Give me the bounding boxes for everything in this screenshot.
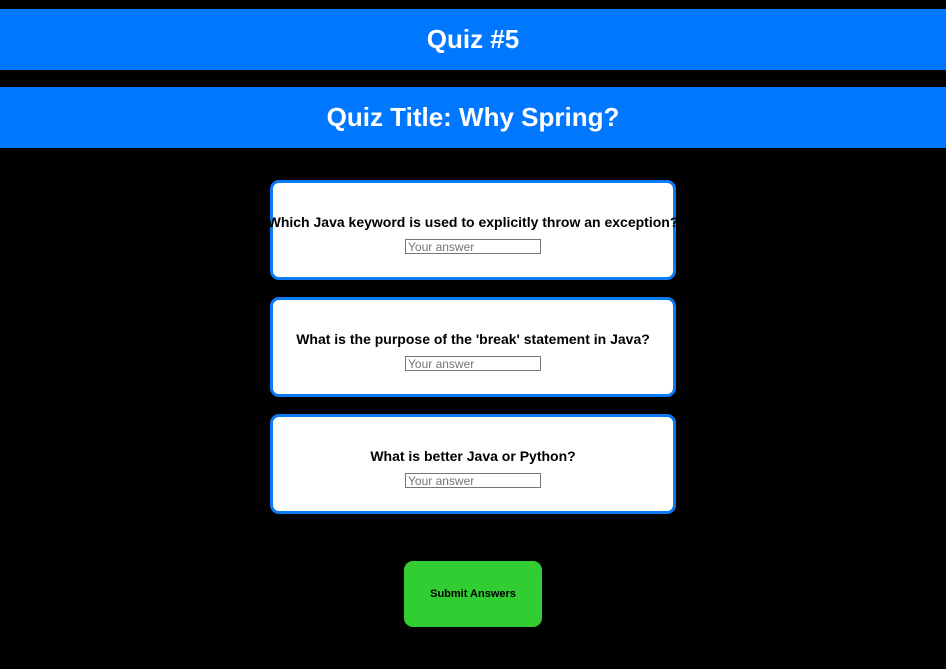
answer-input[interactable]: [405, 473, 541, 488]
quiz-title-heading: Quiz Title: Why Spring?: [326, 102, 620, 132]
answer-input[interactable]: [405, 239, 541, 254]
submit-answers-button[interactable]: Submit Answers: [404, 561, 542, 627]
question-card: What is better Java or Python?: [270, 414, 676, 514]
question-card: Which Java keyword is used to explicitly…: [267, 180, 679, 280]
question-text: What is better Java or Python?: [370, 448, 576, 464]
answer-input[interactable]: [405, 356, 541, 371]
question-text: Which Java keyword is used to explicitly…: [267, 214, 679, 230]
question-text: What is the purpose of the 'break' state…: [296, 331, 650, 347]
quiz-title-banner: Quiz Title: Why Spring?: [0, 87, 946, 148]
question-card: What is the purpose of the 'break' state…: [270, 297, 676, 397]
quiz-number-heading: Quiz #5: [426, 24, 520, 54]
quiz-number-banner: Quiz #5: [0, 9, 946, 70]
quiz-page: Quiz #5 Quiz Title: Why Spring? Which Ja…: [0, 0, 946, 669]
